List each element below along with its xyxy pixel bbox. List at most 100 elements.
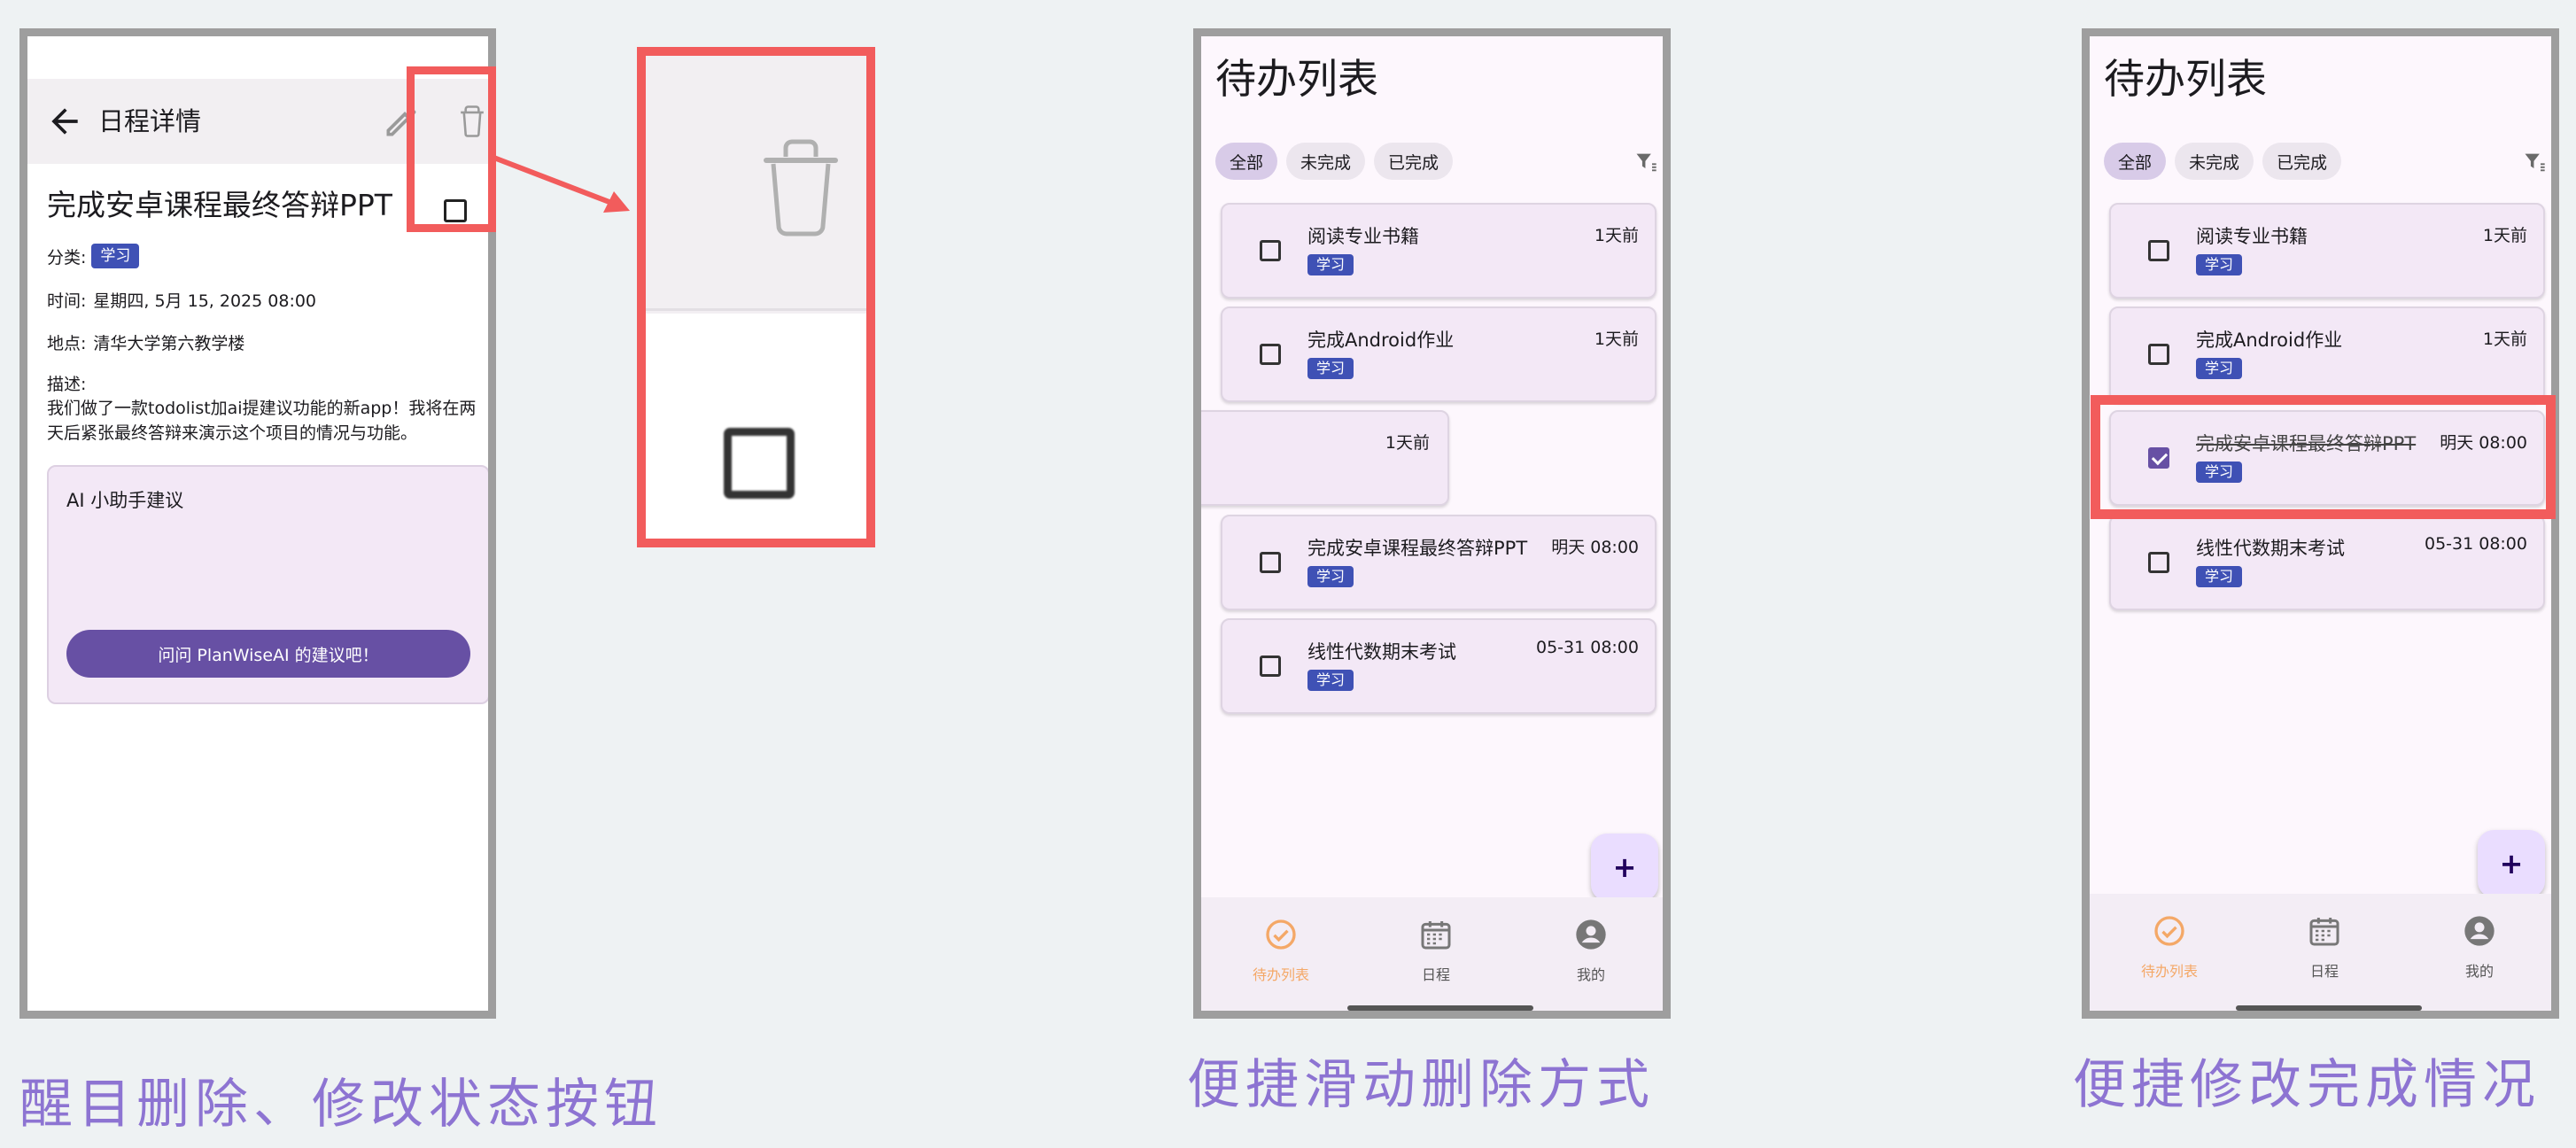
bottom-nav: 待办列表 日程 我的 [1201, 897, 1663, 1011]
item-title: 完成Android作业 [1307, 330, 1455, 351]
todo-title: 待办列表 [2104, 55, 2267, 103]
location-value: 清华大学第六教学楼 [93, 334, 245, 353]
caption-buttons: 醒目删除、修改状态按钮 [19, 1074, 663, 1136]
pointer-arrow [490, 154, 630, 213]
highlight-box-buttons [407, 66, 496, 232]
caption-swipe: 便捷滑动删除方式 [1187, 1054, 1655, 1116]
list-item[interactable]: 完成Android作业 学习 1天前 [2109, 306, 2545, 402]
filter-icon[interactable] [1633, 150, 1658, 175]
highlight-box-completed [2091, 395, 2556, 519]
account-circle-icon [2464, 916, 2495, 946]
item-tag: 学习 [1307, 254, 1354, 275]
location-row: 地点: 清华大学第六教学楼 [47, 330, 244, 354]
item-checkbox[interactable] [1260, 240, 1281, 261]
list-item[interactable]: 线性代数期末考试 学习 05-31 08:00 [2109, 515, 2545, 610]
home-indicator [1347, 1005, 1533, 1011]
zoom-inset [637, 47, 875, 547]
item-tag: 学习 [2196, 566, 2243, 587]
tab-all[interactable]: 全部 [2104, 143, 2167, 180]
tab-complete[interactable]: 已完成 [1374, 143, 1454, 180]
item-tag: 学习 [1307, 670, 1354, 691]
ask-ai-button[interactable]: 问问 PlanWiseAI 的建议吧！ [66, 630, 470, 678]
item-time: 05-31 08:00 [1535, 638, 1639, 657]
category-label: 分类: [47, 247, 87, 268]
todo-phone-complete: 待办列表 全部 未完成 已完成 阅读专业书籍 学习 1天前 完成Android作… [2082, 28, 2559, 1019]
bottom-nav: 待办列表 日程 我的 [2090, 894, 2551, 1011]
nav-todo-label: 待办列表 [1252, 966, 1309, 983]
filter-icon[interactable] [2522, 150, 2547, 175]
todo-title: 待办列表 [1215, 55, 1378, 103]
time-row: 时间: 星期四, 5月 15, 2025 08:00 [47, 288, 316, 312]
item-tag: 学习 [1307, 566, 1354, 587]
tab-incomplete[interactable]: 未完成 [1286, 143, 1366, 180]
item-time: 1天前 [1594, 330, 1639, 349]
item-tag: 学习 [2196, 358, 2243, 379]
item-time: 05-31 08:00 [2424, 534, 2527, 554]
item-checkbox[interactable] [2148, 240, 2169, 261]
item-title: 完成Android作业 [2196, 330, 2343, 351]
filter-tabs: 全部 未完成 已完成 [1215, 143, 1454, 180]
item-time: 1天前 [2482, 330, 2527, 349]
ai-suggestion-card: AI 小助手建议 问问 PlanWiseAI 的建议吧！ [47, 465, 488, 704]
calendar-icon [1421, 921, 1451, 950]
nav-todo[interactable]: 待办列表 [1228, 917, 1334, 984]
nav-todo[interactable]: 待办列表 [2116, 913, 2223, 981]
checkbox-zoomed [724, 428, 795, 499]
item-time: 明天 08:00 [1551, 538, 1639, 557]
item-time: 1天前 [2482, 226, 2527, 245]
page-title: 日程详情 [98, 106, 202, 136]
check-circle-icon [1266, 919, 1296, 950]
tab-incomplete[interactable]: 未完成 [2175, 143, 2254, 180]
description-text: 我们做了一款todolist加ai提建议功能的新app！我将在两天后紧张最终答辩… [47, 399, 477, 443]
home-indicator [2236, 1005, 2422, 1011]
location-label: 地点: [47, 334, 87, 353]
item-tag: 学习 [1307, 358, 1354, 379]
item-checkbox[interactable] [1260, 655, 1281, 677]
nav-todo-label: 待办列表 [2140, 963, 2198, 980]
nav-me-label: 我的 [2464, 963, 2494, 980]
list-item[interactable]: 阅读专业书籍 学习 1天前 [2109, 203, 2545, 299]
ai-card-title: AI 小助手建议 [66, 490, 184, 511]
tab-complete[interactable]: 已完成 [2262, 143, 2342, 180]
nav-me[interactable]: 我的 [1538, 917, 1644, 984]
time-value: 星期四, 5月 15, 2025 08:00 [93, 291, 317, 311]
nav-schedule-label: 日程 [1421, 966, 1450, 983]
nav-me[interactable]: 我的 [2426, 913, 2533, 981]
item-checkbox[interactable] [2148, 552, 2169, 573]
item-checkbox[interactable] [2148, 344, 2169, 365]
nav-schedule[interactable]: 日程 [2271, 913, 2378, 981]
nav-me-label: 我的 [1576, 966, 1605, 983]
category-row: 分类: 学习 [47, 244, 140, 268]
category-chip: 学习 [91, 244, 140, 268]
nav-schedule[interactable]: 日程 [1383, 917, 1489, 984]
tab-all[interactable]: 全部 [1215, 143, 1278, 180]
zoom-body [646, 314, 866, 539]
filter-tabs: 全部 未完成 已完成 [2104, 143, 2342, 180]
item-time: 1天前 [1594, 226, 1639, 245]
add-task-button[interactable]: + [1591, 834, 1658, 901]
list-item[interactable]: 完成Android作业 学习 1天前 [1221, 306, 1657, 402]
item-checkbox[interactable] [1260, 552, 1281, 573]
item-title: 线性代数期末考试 [2196, 538, 2345, 559]
nav-schedule-label: 日程 [2309, 963, 2339, 980]
account-circle-icon [1576, 919, 1606, 950]
item-title: 完成安卓课程最终答辩PPT [1307, 538, 1528, 559]
trash-icon-zoomed [764, 139, 838, 237]
time-label: 时间: [47, 291, 87, 311]
item-checkbox[interactable] [1260, 344, 1281, 365]
list-item-swiped[interactable]: 1天前 [1201, 410, 1449, 506]
item-title: 阅读专业书籍 [2196, 226, 2308, 247]
caption-complete: 便捷修改完成情况 [2073, 1054, 2541, 1116]
list-item[interactable]: 完成安卓课程最终答辩PPT 学习 明天 08:00 [1221, 515, 1657, 610]
item-time: 1天前 [1385, 433, 1430, 453]
list-item[interactable]: 线性代数期末考试 学习 05-31 08:00 [1221, 618, 1657, 714]
zoom-appbar [646, 56, 866, 311]
check-circle-icon [2154, 916, 2184, 946]
add-task-button[interactable]: + [2478, 830, 2545, 897]
calendar-icon [2309, 918, 2339, 946]
desc-label: 描述: [47, 375, 87, 394]
item-tag: 学习 [2196, 254, 2243, 275]
back-arrow-icon[interactable] [45, 102, 84, 141]
list-item[interactable]: 阅读专业书籍 学习 1天前 [1221, 203, 1657, 299]
item-title: 线性代数期末考试 [1307, 641, 1456, 663]
